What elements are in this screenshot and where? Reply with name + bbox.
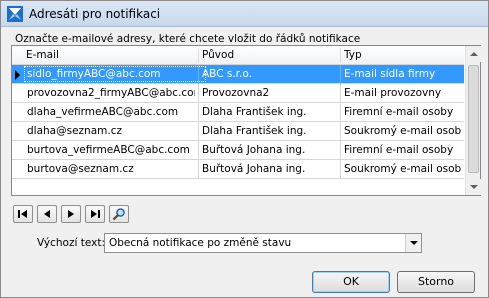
cell-divider [198, 122, 199, 141]
default-text-label: Výchozí text: [37, 237, 105, 249]
column-header-typ[interactable]: Typ [344, 49, 362, 61]
cell-divider [198, 84, 199, 103]
chevron-up-icon [470, 52, 478, 56]
cell-divider [198, 160, 199, 179]
cell-email: dlaha_vefirmeABC@abc.com [27, 106, 179, 118]
default-text-select[interactable]: Obecná notifikace po změně stavu [104, 233, 422, 253]
cell-divider [340, 141, 341, 160]
cancel-button[interactable]: Storno [397, 271, 475, 293]
cell-puvod: Provozovna2 [202, 87, 270, 99]
scroll-up-button[interactable] [466, 46, 481, 62]
cell-divider [198, 141, 199, 160]
previous-record-button[interactable] [37, 205, 57, 223]
cell-divider [198, 103, 199, 122]
cell-email: dlaha@seznam.cz [27, 125, 122, 137]
cell-typ: Soukromý e-mail osob [344, 125, 462, 137]
title-bar[interactable]: Adresáti pro notifikaci [1, 1, 488, 27]
column-header-email[interactable]: E-mail [26, 49, 59, 61]
chevron-down-icon [470, 185, 478, 189]
cell-email: provozovna2_firmyABC@abc.com [27, 87, 195, 99]
app-icon [7, 6, 23, 22]
cell-puvod: Buřtová Johana ing. [202, 144, 306, 156]
default-text-value: Obecná notifikace po změně stavu [109, 237, 292, 249]
table-row[interactable]: sidlo_firmyABC@abc.com ABC s.r.o. E-mail… [12, 65, 464, 84]
search-button[interactable] [109, 205, 129, 223]
table-row[interactable]: burtova@seznam.cz Buřtová Johana ing. So… [12, 160, 464, 179]
table-row[interactable]: burtova_vefirmeABC@abc.com Buřtová Johan… [12, 141, 464, 160]
cell-email: burtova@seznam.cz [27, 163, 134, 175]
scroll-down-button[interactable] [466, 179, 481, 195]
search-icon [112, 208, 125, 221]
last-record-icon [91, 210, 100, 218]
current-row-indicator-icon [15, 70, 20, 80]
cell-typ: Firemní e-mail osoby [344, 144, 454, 156]
next-record-icon [68, 210, 74, 218]
table-row[interactable]: dlaha_vefirmeABC@abc.com Dlaha František… [12, 103, 464, 122]
cell-divider [340, 65, 341, 84]
dialog-window: Adresáti pro notifikaci Označte e-mailov… [0, 0, 489, 298]
table-row[interactable]: provozovna2_firmyABC@abc.com Provozovna2… [12, 84, 464, 103]
table-row[interactable]: dlaha@seznam.cz Dlaha František ing. Sou… [12, 122, 464, 141]
table-header: E-mail Původ Typ [12, 46, 464, 65]
column-separator[interactable] [340, 48, 341, 63]
cell-divider [198, 65, 199, 84]
vertical-scrollbar[interactable] [465, 46, 481, 195]
cell-divider [340, 160, 341, 179]
cell-typ: Firemní e-mail osoby [344, 106, 454, 118]
next-record-button[interactable] [61, 205, 81, 223]
cell-typ: E-mail sídla firmy [344, 68, 436, 80]
instruction-text: Označte e-mailové adresy, které chcete v… [15, 33, 361, 45]
cell-email: sidlo_firmyABC@abc.com [27, 68, 161, 80]
first-record-icon [18, 210, 27, 218]
cell-email: burtova_vefirmeABC@abc.com [27, 144, 190, 156]
cell-puvod: ABC s.r.o. [202, 68, 252, 80]
column-separator[interactable] [198, 48, 199, 63]
window-title: Adresáti pro notifikaci [29, 7, 161, 21]
previous-record-icon [44, 210, 50, 218]
column-header-puvod[interactable]: Původ [202, 49, 234, 61]
cell-puvod: Buřtová Johana ing. [202, 163, 306, 175]
cell-puvod: Dlaha František ing. [202, 106, 307, 118]
cell-typ: Soukromý e-mail osob [344, 163, 462, 175]
dropdown-button[interactable] [405, 234, 421, 252]
ok-button[interactable]: OK [312, 271, 390, 293]
cell-divider [340, 103, 341, 122]
cell-puvod: Dlaha František ing. [202, 125, 307, 137]
cell-divider [340, 122, 341, 141]
scrollbar-thumb[interactable] [468, 65, 479, 173]
recipients-table[interactable]: E-mail Původ Typ sidlo_firmyABC@abc.com … [11, 45, 481, 196]
cell-typ: E-mail provozovny [344, 87, 442, 99]
chevron-down-icon [410, 241, 418, 245]
first-record-button[interactable] [13, 205, 33, 223]
cell-divider [340, 84, 341, 103]
last-record-button[interactable] [85, 205, 105, 223]
